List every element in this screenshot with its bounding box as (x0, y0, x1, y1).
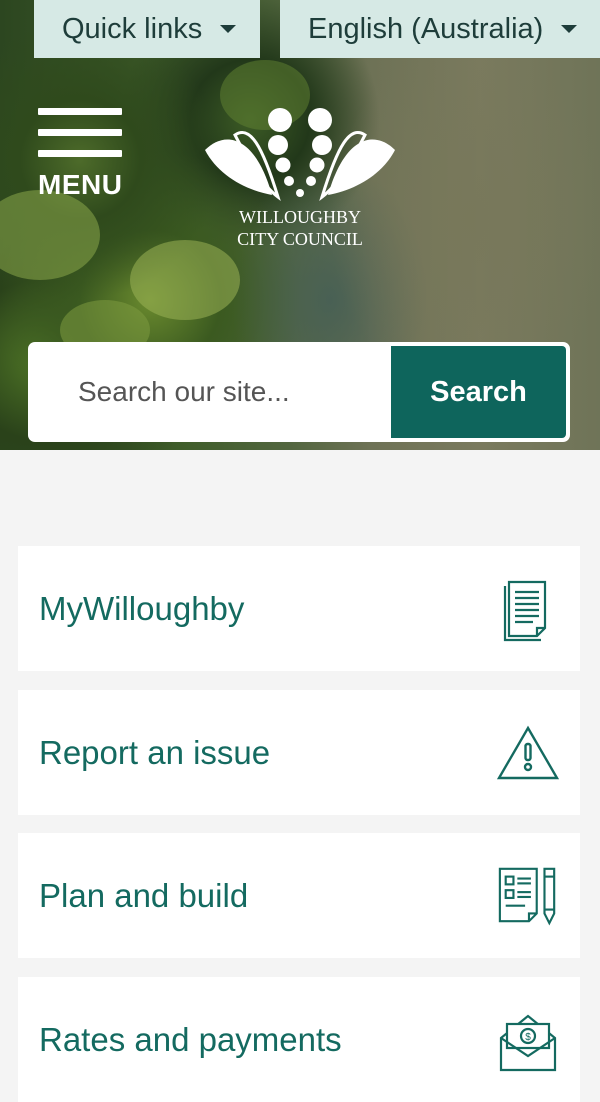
council-logo[interactable]: WILLOUGHBY CITY COUNCIL (200, 105, 400, 255)
quick-links-button[interactable]: Quick links (34, 0, 260, 58)
logo-text-line2: CITY COUNCIL (237, 229, 363, 249)
card-label: Plan and build (39, 876, 249, 914)
search-input[interactable] (28, 342, 388, 442)
hamburger-bar (38, 150, 122, 157)
hero-banner: Quick links English (Australia) MENU WIL… (0, 0, 600, 450)
card-label: Report an issue (39, 733, 271, 771)
logo-text-line1: WILLOUGHBY (239, 207, 361, 227)
foliage-highlight (0, 190, 100, 280)
hamburger-bar (38, 129, 122, 136)
quick-access-cards: MyWilloughby Report an issue Plan and bu… (0, 480, 600, 1102)
card-plan-build[interactable]: Plan and build (18, 833, 580, 958)
language-label: English (Australia) (308, 12, 544, 45)
document-icon (496, 574, 560, 644)
quick-links-label: Quick links (62, 12, 203, 45)
hamburger-icon (38, 108, 122, 115)
card-mywilloughby[interactable]: MyWilloughby (18, 546, 580, 671)
svg-text:$: $ (525, 1032, 531, 1043)
money-envelope-icon: $ (496, 1005, 560, 1075)
search-bar: Search (28, 342, 570, 442)
logo-emblem-icon (205, 108, 395, 201)
card-label: MyWilloughby (39, 589, 245, 627)
card-label: Rates and payments (39, 1020, 342, 1058)
warning-icon (496, 718, 560, 788)
card-rates-payments[interactable]: Rates and payments $ (18, 977, 580, 1102)
menu-button[interactable]: MENU (38, 108, 122, 201)
plan-form-icon (496, 861, 560, 931)
language-select[interactable]: English (Australia) (280, 0, 600, 58)
card-report-issue[interactable]: Report an issue (18, 690, 580, 815)
menu-label: MENU (38, 169, 123, 200)
search-button[interactable]: Search (391, 346, 566, 438)
chevron-down-icon (220, 25, 237, 33)
chevron-down-icon (561, 25, 578, 33)
